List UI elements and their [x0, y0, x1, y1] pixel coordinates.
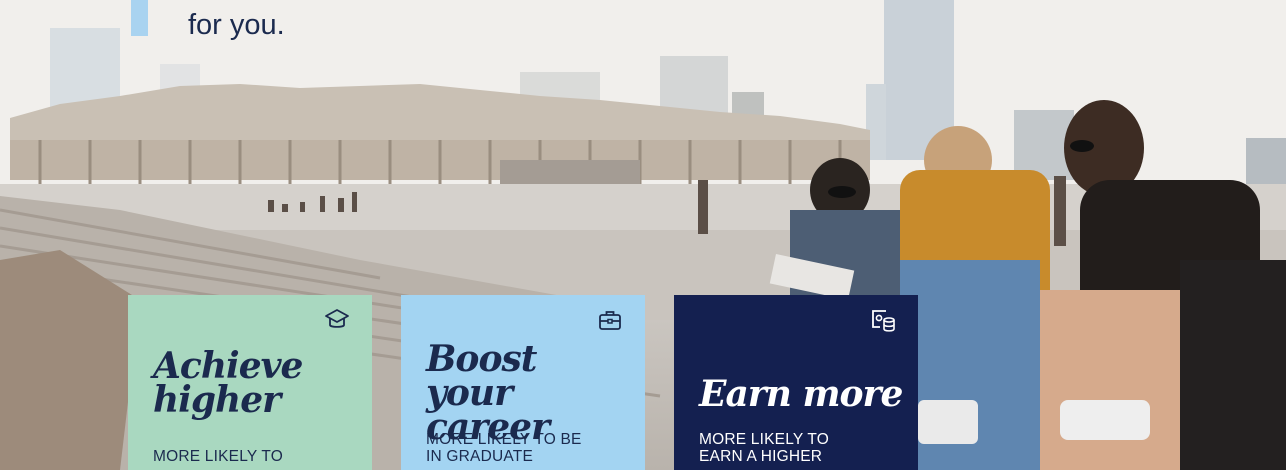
- card-description: MORE LIKELY TO EARN A HIGHER: [699, 431, 829, 465]
- hero-banner: for you. Achieve higher MORE LIKELY TO B…: [0, 0, 1286, 470]
- card-title: Earn more: [699, 373, 903, 415]
- card-description-line2: EARN A HIGHER: [699, 448, 823, 465]
- card-description-line1: MORE LIKELY TO: [699, 431, 830, 448]
- hero-headline: for you.: [188, 0, 285, 46]
- briefcase-icon: [599, 311, 621, 330]
- card-description: MORE LIKELY TO: [153, 448, 284, 465]
- card-title: Achieve higher: [153, 348, 303, 418]
- card-description-line1: MORE LIKELY TO BE: [426, 431, 582, 448]
- certificate-coins-icon: [872, 310, 895, 332]
- card-title: Boost your career: [426, 341, 645, 445]
- card-description-line2: IN GRADUATE: [426, 448, 533, 465]
- stat-card-earn-more[interactable]: Earn more MORE LIKELY TO EARN A HIGHER: [674, 295, 918, 470]
- graduation-cap-icon: [325, 309, 349, 328]
- card-title-line2: higher: [153, 379, 281, 421]
- stat-card-boost-your-career[interactable]: Boost your career MORE LIKELY TO BE IN G…: [401, 295, 645, 470]
- headline-accent-bar: [131, 0, 148, 36]
- card-description: MORE LIKELY TO BE IN GRADUATE: [426, 431, 582, 465]
- stat-card-achieve-higher[interactable]: Achieve higher MORE LIKELY TO: [128, 295, 372, 470]
- hero-headline-text: for you.: [188, 9, 285, 41]
